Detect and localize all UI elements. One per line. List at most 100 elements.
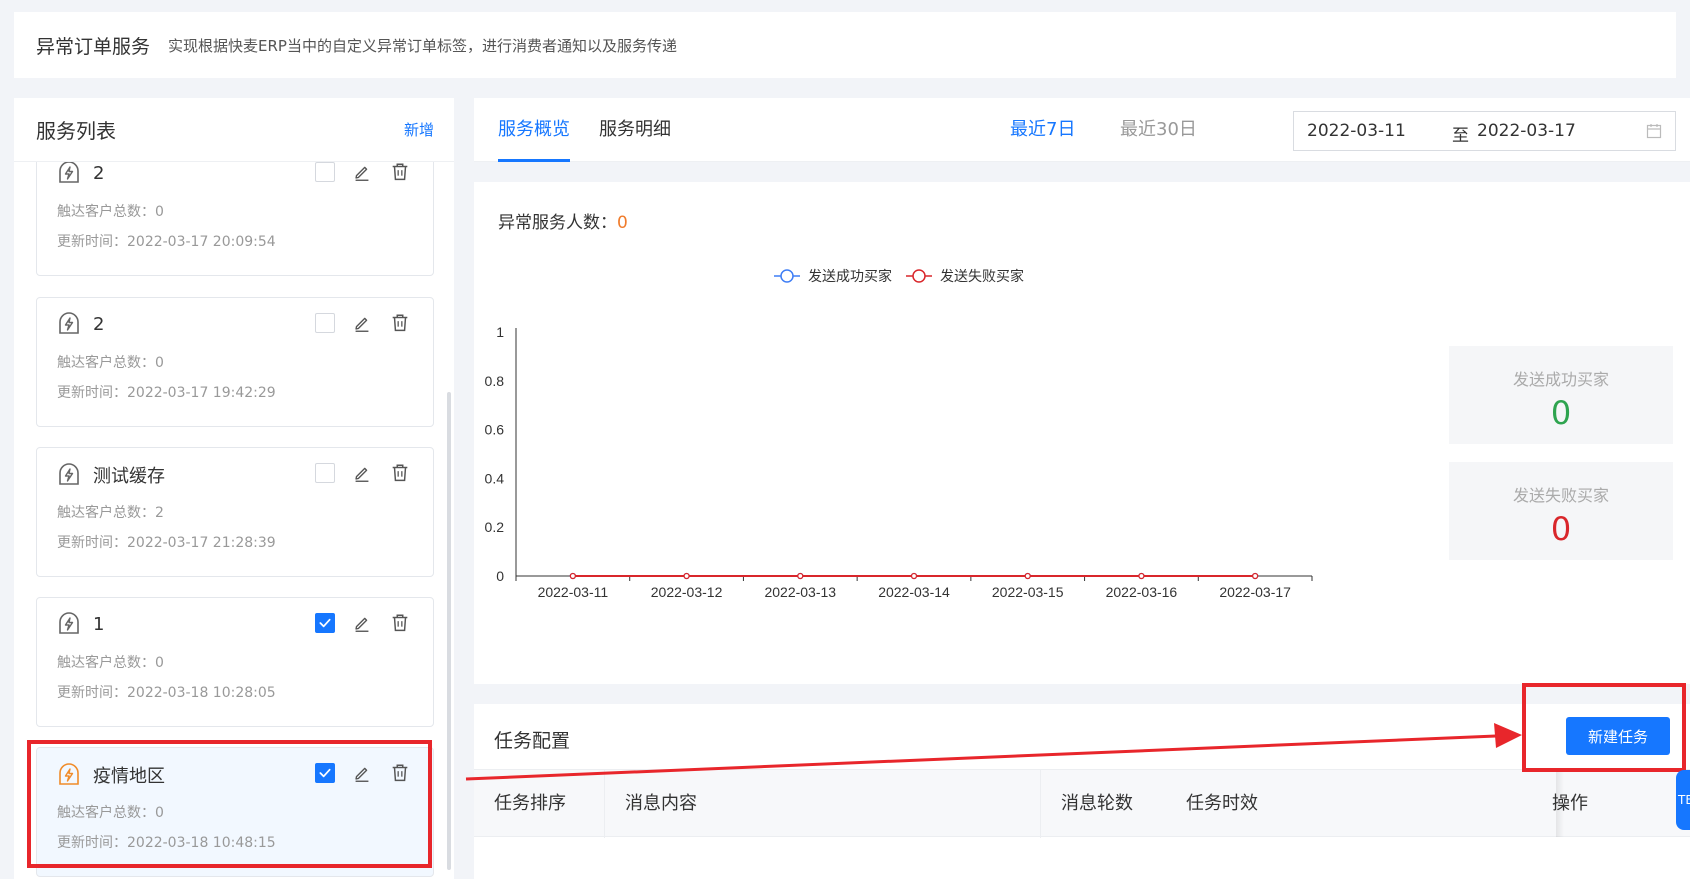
service-customer-count: 触达客户总数：0 bbox=[57, 204, 164, 220]
service-checkbox[interactable] bbox=[315, 313, 335, 333]
data-point bbox=[683, 572, 690, 580]
edit-icon bbox=[355, 467, 369, 482]
service-card-title-row: 1 bbox=[57, 612, 104, 636]
add-service-button[interactable]: 新增 bbox=[404, 119, 434, 140]
edit-icon bbox=[355, 166, 369, 181]
service-checkbox[interactable] bbox=[315, 613, 335, 633]
range-last-30-days[interactable]: 最近30日 bbox=[1120, 98, 1197, 162]
service-card-tools bbox=[315, 462, 411, 484]
service-card-title-row: 2 bbox=[57, 162, 104, 185]
y-tick-label: 0 bbox=[496, 568, 504, 584]
x-tick-label: 2022-03-12 bbox=[651, 584, 723, 600]
failed-buyers-value: 0 bbox=[1550, 510, 1572, 548]
column-message-content: 消息内容 bbox=[604, 770, 1040, 838]
chart-panel: 发送成功买家 发送失败买家 0 0.2 0.4 0.6 0.8 1 2022-03-11 202… bbox=[474, 256, 1690, 684]
y-tick-label: 0.8 bbox=[485, 373, 505, 389]
column-task-validity: 任务时效 bbox=[1186, 793, 1258, 814]
page-title: 异常订单服务 bbox=[36, 35, 151, 58]
abnormal-count-value: 0 bbox=[617, 213, 628, 233]
service-name: 测试缓存 bbox=[93, 466, 165, 487]
legend-label-1: 发送失败买家 bbox=[940, 268, 1024, 284]
edit-service-button[interactable] bbox=[351, 312, 373, 334]
legend-marker-1 bbox=[912, 269, 926, 283]
x-tick-label: 2022-03-17 bbox=[1219, 584, 1291, 600]
service-card[interactable]: 测试缓存触达客户总数：2 更新时间：2022-03-17 21:28:39 bbox=[36, 447, 434, 577]
y-tick-label: 0.6 bbox=[485, 422, 505, 438]
date-start[interactable]: 2022-03-11 bbox=[1307, 121, 1406, 141]
chart-legend: 发送成功买家 发送失败买家 bbox=[774, 268, 1024, 284]
service-updated-time: 更新时间：2022-03-17 19:42:29 bbox=[57, 385, 276, 401]
service-card[interactable]: 2 触达客户总数：0 更新时间：2022-03-17 20:09:54 bbox=[36, 162, 434, 276]
bolt-badge-icon bbox=[59, 463, 79, 485]
x-tick-label: 2022-03-16 bbox=[1106, 584, 1178, 600]
page-description: 实现根据快麦ERP当中的自定义异常订单标签，进行消费者通知以及服务传递 bbox=[168, 36, 677, 55]
service-card-title-row: 测试缓存 bbox=[57, 462, 165, 488]
success-buyers-card: 发送成功买家 0 bbox=[1449, 346, 1673, 444]
service-card-tools bbox=[315, 612, 411, 634]
edit-service-button[interactable] bbox=[351, 162, 373, 183]
data-point bbox=[1024, 572, 1031, 580]
edit-icon bbox=[355, 317, 369, 332]
calendar-icon bbox=[1646, 124, 1662, 139]
delete-icon bbox=[392, 614, 408, 632]
service-name: 2 bbox=[93, 313, 105, 335]
service-checkbox[interactable] bbox=[315, 463, 335, 483]
page-header: 异常订单服务 实现根据快麦ERP当中的自定义异常订单标签，进行消费者通知以及服务… bbox=[14, 12, 1676, 78]
task-config-title: 任务配置 bbox=[494, 730, 571, 752]
date-range-picker[interactable]: 2022-03-11 至 2022-03-17 bbox=[1293, 111, 1676, 151]
y-tick-label: 0.4 bbox=[485, 470, 505, 486]
edit-service-button[interactable] bbox=[351, 462, 373, 484]
tab-service-overview[interactable]: 服务概览 bbox=[498, 98, 570, 162]
service-name: 2 bbox=[93, 162, 105, 184]
delete-service-button[interactable] bbox=[389, 312, 411, 334]
y-tick-label: 1 bbox=[496, 324, 504, 340]
service-updated-time: 更新时间：2022-03-17 21:28:39 bbox=[57, 535, 276, 551]
abnormal-count-row: 异常服务人数：0 bbox=[498, 208, 628, 233]
floating-side-tab[interactable]: TB bbox=[1676, 770, 1690, 830]
highlight-box-new-task bbox=[1522, 683, 1686, 772]
date-separator: 至 bbox=[1452, 126, 1469, 146]
tab-service-detail[interactable]: 服务明细 bbox=[599, 98, 671, 162]
x-tick-label: 2022-03-11 bbox=[538, 584, 609, 600]
delete-icon bbox=[392, 464, 408, 482]
abnormal-count-label: 异常服务人数： bbox=[498, 213, 617, 233]
service-list-title: 服务列表 bbox=[36, 119, 116, 143]
delete-service-button[interactable] bbox=[389, 612, 411, 634]
service-checkbox[interactable] bbox=[315, 162, 335, 182]
success-buyers-label: 发送成功买家 bbox=[1512, 370, 1609, 389]
date-end[interactable]: 2022-03-17 bbox=[1477, 121, 1576, 141]
service-card[interactable]: 1 触达客户总数：0 更新时间：2022-03-18 10:28:05 bbox=[36, 597, 434, 727]
service-updated-time: 更新时间：2022-03-17 20:09:54 bbox=[57, 234, 276, 250]
failed-buyers-label: 发送失败买家 bbox=[1512, 486, 1609, 505]
column-actions: 操作 bbox=[1552, 793, 1588, 814]
data-point bbox=[1251, 572, 1259, 580]
failed-buyers-card: 发送失败买家 0 bbox=[1449, 462, 1673, 560]
service-name: 1 bbox=[93, 613, 105, 635]
bolt-badge-icon bbox=[59, 162, 79, 183]
abnormal-count-panel: 异常服务人数：0 bbox=[474, 182, 1690, 256]
service-customer-count: 触达客户总数：2 bbox=[57, 505, 164, 521]
x-tick-label: 2022-03-14 bbox=[878, 584, 950, 600]
service-list-scrollbar[interactable] bbox=[447, 392, 451, 870]
data-point bbox=[910, 572, 918, 580]
column-message-rounds: 消息轮数 bbox=[1040, 770, 1166, 838]
legend-label-0: 发送成功买家 bbox=[808, 268, 892, 284]
service-card-tools bbox=[315, 312, 411, 334]
range-last-7-days[interactable]: 最近7日 bbox=[1010, 98, 1075, 162]
column-task-order: 任务排序 bbox=[494, 793, 566, 814]
edit-service-button[interactable] bbox=[351, 612, 373, 634]
service-customer-count: 触达客户总数：0 bbox=[57, 355, 164, 371]
service-updated-time: 更新时间：2022-03-18 10:28:05 bbox=[57, 685, 276, 701]
chart-axes: 0 0.2 0.4 0.6 0.8 1 2022-03-11 2022-03-12 2022-0… bbox=[485, 324, 1313, 600]
data-point bbox=[1138, 572, 1145, 580]
bolt-badge-icon bbox=[59, 612, 79, 634]
service-card-tools bbox=[315, 162, 411, 183]
service-list-header: 服务列表 新增 bbox=[14, 98, 454, 162]
edit-icon bbox=[355, 617, 369, 632]
line-chart: 发送成功买家 发送失败买家 0 0.2 0.4 0.6 0.8 1 2022-03-11 202… bbox=[485, 268, 1313, 600]
delete-icon bbox=[392, 314, 408, 332]
delete-service-button[interactable] bbox=[389, 462, 411, 484]
data-point bbox=[797, 572, 804, 580]
service-card[interactable]: 2 触达客户总数：0 更新时间：2022-03-17 19:42:29 bbox=[36, 297, 434, 427]
delete-service-button[interactable] bbox=[389, 162, 411, 183]
